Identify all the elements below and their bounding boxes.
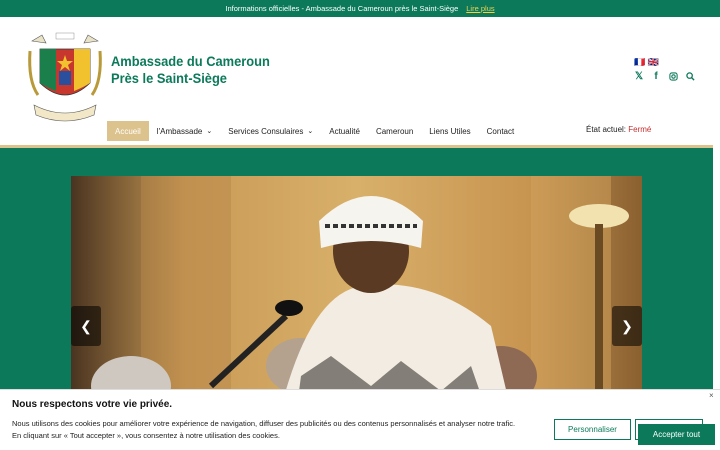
chevron-down-icon: ⌄ bbox=[206, 128, 213, 135]
nav-label: Contact bbox=[486, 126, 515, 136]
nav-item-actualite[interactable]: Actualité bbox=[321, 121, 368, 141]
site-title[interactable]: Ambassade du Cameroun Près le Saint-Sièg… bbox=[111, 53, 270, 87]
slider-next-button[interactable]: ❯ bbox=[612, 306, 642, 346]
personalize-button[interactable]: Personnaliser bbox=[554, 419, 631, 440]
nav-item-services-consulaires[interactable]: Services Consulaires ⌄ bbox=[220, 121, 321, 141]
status-label: État actuel: bbox=[586, 125, 627, 134]
nav-label: Liens Utiles bbox=[429, 126, 471, 136]
nav-label: Accueil bbox=[115, 126, 141, 136]
search-icon[interactable] bbox=[685, 71, 695, 81]
nav-label: l'Ambassade bbox=[156, 126, 203, 136]
site-title-line2: Près le Saint-Siège bbox=[111, 70, 227, 86]
nav-item-accueil[interactable]: Accueil bbox=[107, 121, 149, 141]
cookie-text-line1: Nous utilisons des cookies pour améliore… bbox=[12, 419, 516, 428]
nav-label: Cameroun bbox=[375, 126, 414, 136]
nav-item-ambassade[interactable]: l'Ambassade ⌄ bbox=[149, 121, 220, 141]
opening-status: État actuel: Fermé bbox=[586, 125, 651, 134]
instagram-icon[interactable] bbox=[668, 71, 678, 81]
nav-item-cameroun[interactable]: Cameroun bbox=[368, 121, 421, 141]
cookie-text-line2: En cliquant sur « Tout accepter », vous … bbox=[12, 431, 280, 440]
language-flags[interactable]: 🇫🇷 🇬🇧 bbox=[634, 57, 659, 68]
cookie-banner: Nous respectons votre vie privée. Nous u… bbox=[0, 389, 720, 450]
site-header: Ambassade du Cameroun Près le Saint-Sièg… bbox=[0, 17, 720, 145]
nav-item-liens-utiles[interactable]: Liens Utiles bbox=[421, 121, 478, 141]
accept-all-button[interactable]: Accepter tout bbox=[638, 424, 715, 445]
social-links: 𝕏 f bbox=[634, 71, 695, 82]
close-icon[interactable]: × bbox=[709, 391, 714, 400]
info-bar-text: Informations officielles - Ambassade du … bbox=[225, 4, 459, 13]
chevron-down-icon: ⌄ bbox=[307, 128, 314, 135]
language-switcher: 🇫🇷 🇬🇧 bbox=[634, 57, 659, 68]
facebook-icon[interactable]: f bbox=[651, 71, 661, 82]
cookie-text: Nous utilisons des cookies pour améliore… bbox=[12, 418, 552, 442]
x-icon[interactable]: 𝕏 bbox=[634, 71, 644, 82]
status-badge: Fermé bbox=[628, 125, 652, 134]
coat-of-arms-logo[interactable] bbox=[26, 31, 104, 123]
nav-label: Services Consulaires bbox=[228, 126, 304, 136]
cookie-title: Nous respectons votre vie privée. bbox=[12, 399, 173, 410]
read-more-link[interactable]: Lire plus bbox=[466, 4, 494, 13]
slider-prev-button[interactable]: ❮ bbox=[71, 306, 101, 346]
info-bar: Informations officielles - Ambassade du … bbox=[0, 0, 720, 17]
site-title-line1: Ambassade du Cameroun bbox=[111, 53, 270, 69]
main-nav: Accueil l'Ambassade ⌄ Services Consulaire… bbox=[107, 121, 522, 141]
nav-item-contact[interactable]: Contact bbox=[479, 121, 523, 141]
nav-label: Actualité bbox=[329, 126, 360, 136]
